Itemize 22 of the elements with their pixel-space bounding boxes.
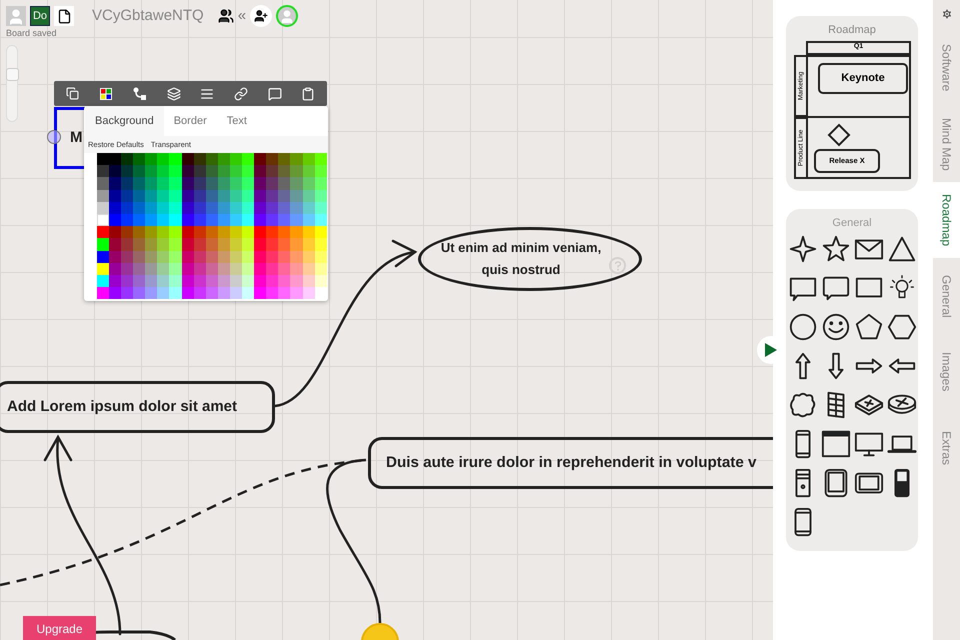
- ellipse-node[interactable]: Ut enim ad minim veniam, quis nostrud: [418, 227, 642, 291]
- side-tab[interactable]: Images: [933, 334, 960, 410]
- side-tab[interactable]: Mind Map: [933, 106, 960, 182]
- node-text: M: [70, 128, 82, 148]
- board-initials-badge[interactable]: Do: [30, 6, 50, 26]
- side-tab[interactable]: General: [933, 258, 960, 334]
- node-text: Duis aute irure dolor in reprehenderit in voluptate v: [386, 452, 756, 473]
- mind-map-node[interactable]: Add Lorem ipsum dolor sit amet: [0, 381, 275, 433]
- popover-tab[interactable]: Background: [85, 106, 164, 136]
- card-title: General: [832, 216, 872, 231]
- mind-map-node[interactable]: Duis aute irure dolor in reprehenderit in voluptate v: [368, 437, 773, 489]
- node-text: Add Lorem ipsum dolor sit amet: [7, 396, 238, 417]
- board-title[interactable]: VCyGbtaweNTQ: [92, 5, 204, 28]
- node-text: Ut enim ad minim veniam, quis nostrud: [440, 239, 602, 279]
- upgrade-button[interactable]: Upgrade: [23, 616, 96, 640]
- side-tab[interactable]: Roadmap: [933, 182, 960, 258]
- side-tab[interactable]: Software: [933, 30, 960, 106]
- item-label: Keynote: [841, 70, 885, 86]
- card-title: Roadmap: [828, 23, 876, 38]
- side-tab[interactable]: Extras: [933, 410, 960, 486]
- collapse-toggle[interactable]: «: [238, 5, 246, 28]
- save-status: Board saved: [6, 27, 57, 40]
